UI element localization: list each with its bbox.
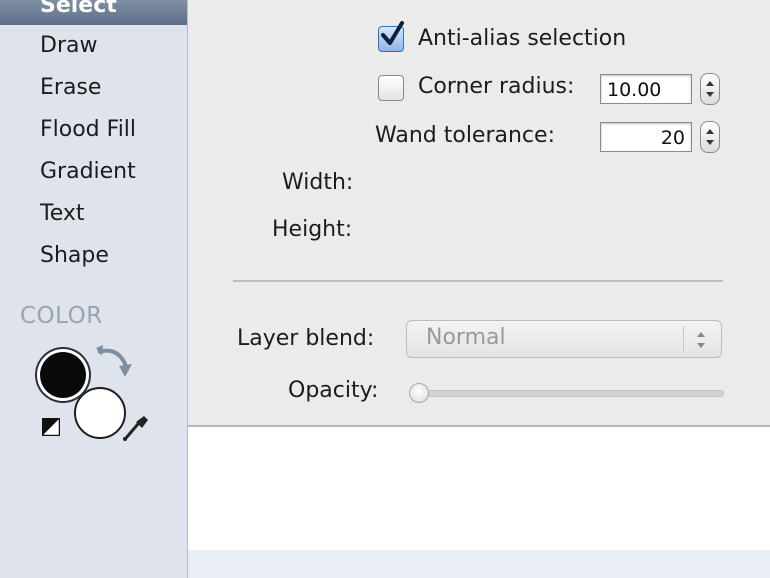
swap-colors-icon[interactable] (92, 344, 134, 384)
tool-sidebar: Select Draw Erase Flood Fill Gradient Te… (0, 0, 188, 578)
opacity-label: Opacity: (288, 378, 379, 403)
tool-item-label: Select (40, 0, 117, 18)
tool-item-select[interactable]: Select (0, 0, 187, 25)
layer-blend-select[interactable]: Normal (406, 320, 722, 358)
opacity-slider-track[interactable] (410, 390, 724, 397)
anti-alias-label[interactable]: Anti-alias selection (418, 26, 626, 51)
tool-item-gradient[interactable]: Gradient (40, 159, 136, 184)
tool-item-shape[interactable]: Shape (40, 243, 109, 268)
layer-blend-value: Normal (426, 325, 506, 350)
wand-tolerance-field[interactable]: 20 (600, 122, 692, 152)
stepper-arrows-icon (706, 129, 714, 145)
height-label: Height: (272, 217, 353, 242)
background-color-swatch[interactable] (74, 387, 126, 439)
layer-blend-label: Layer blend: (237, 326, 375, 351)
corner-radius-stepper[interactable] (700, 73, 720, 105)
foreground-color-swatch[interactable] (40, 352, 86, 398)
opacity-slider-knob[interactable] (409, 383, 429, 403)
tool-item-text[interactable]: Text (40, 201, 85, 226)
tool-options-panel (188, 0, 770, 427)
width-label: Width: (282, 170, 354, 195)
wand-tolerance-stepper[interactable] (700, 121, 720, 153)
dropdown-arrows-icon (697, 332, 705, 348)
select-separator (683, 326, 684, 352)
canvas-area[interactable] (188, 427, 770, 578)
stepper-arrows-icon (706, 81, 714, 97)
tool-item-draw[interactable]: Draw (40, 33, 97, 58)
wand-tolerance-label: Wand tolerance: (375, 123, 555, 148)
eyedropper-icon[interactable] (122, 412, 150, 442)
canvas-status-band (188, 550, 770, 578)
anti-alias-checkbox[interactable] (378, 21, 404, 52)
tool-item-erase[interactable]: Erase (40, 75, 101, 100)
color-section-title: COLOR (20, 303, 103, 329)
section-divider (233, 280, 723, 282)
corner-radius-checkbox[interactable] (378, 75, 404, 101)
checkmark-icon (381, 21, 404, 45)
corner-radius-label[interactable]: Corner radius: (418, 74, 574, 99)
tool-item-flood-fill[interactable]: Flood Fill (40, 117, 136, 142)
reset-colors-icon[interactable] (42, 418, 60, 436)
corner-radius-field[interactable]: 10.00 (600, 74, 692, 104)
